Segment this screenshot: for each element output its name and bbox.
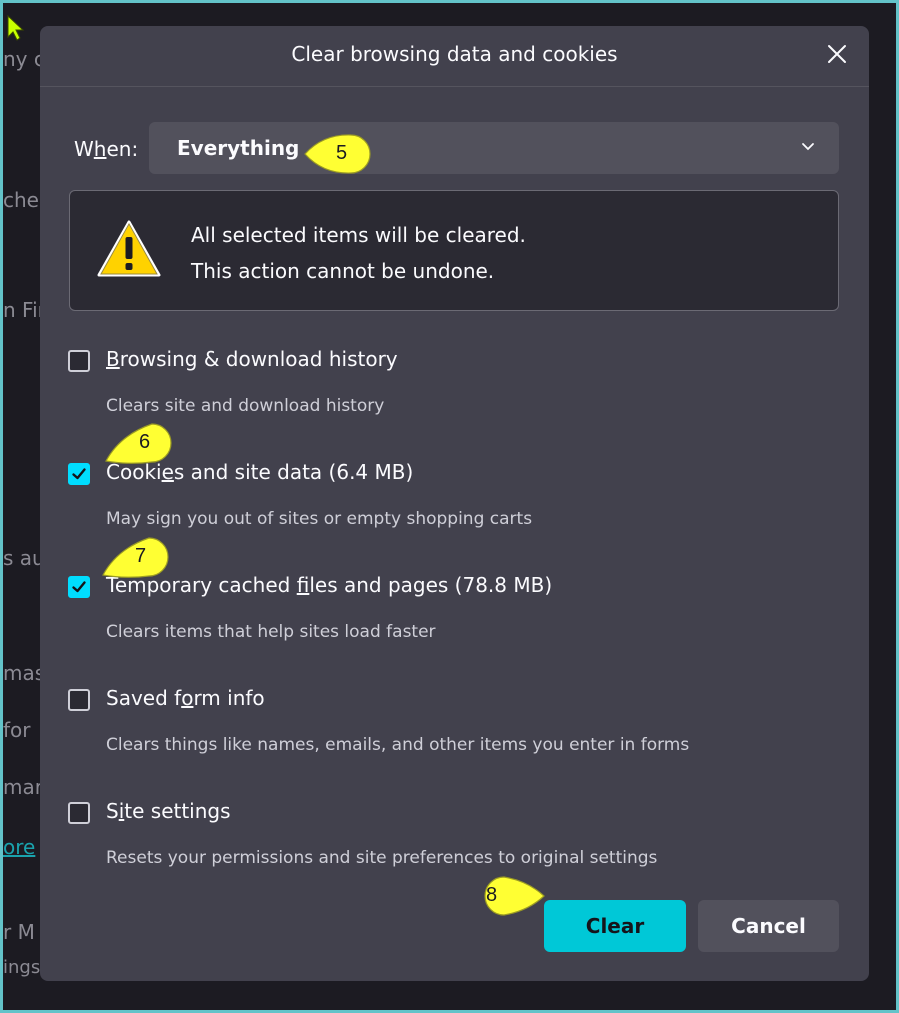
warning-icon — [97, 220, 161, 277]
cookies-checkbox[interactable] — [68, 463, 90, 485]
background-text: s au — [3, 546, 45, 570]
dialog-title: Clear browsing data and cookies — [291, 42, 618, 66]
option-description: May sign you out of sites or empty shopp… — [106, 509, 533, 529]
option-description: Clears items that help sites load faster — [106, 622, 436, 642]
mouse-cursor-icon — [7, 15, 25, 41]
when-dropdown[interactable]: Everything — [149, 122, 839, 174]
option-label[interactable]: Saved form info — [106, 686, 265, 710]
cancel-button[interactable]: Cancel — [698, 900, 839, 952]
option-description: Clears site and download history — [106, 396, 385, 416]
callout-badge: 7 — [101, 535, 173, 585]
checkmark-icon — [72, 581, 86, 593]
background-text: ings — [3, 957, 41, 978]
warning-line-1: All selected items will be cleared. — [191, 223, 526, 247]
clear-button[interactable]: Clear — [544, 900, 686, 952]
option-label[interactable]: Site settings — [106, 799, 231, 823]
callout-badge: 6 — [104, 421, 176, 471]
callout-badge: 5 — [303, 131, 375, 181]
when-selected-value: Everything — [177, 136, 300, 160]
background-text: che — [3, 188, 39, 212]
background-text: mar — [3, 775, 43, 799]
site-settings-checkbox[interactable] — [68, 802, 90, 824]
option-description: Resets your permissions and site prefere… — [106, 848, 658, 868]
option-description: Clears things like names, emails, and ot… — [106, 735, 690, 755]
background-text: r M — [3, 920, 35, 944]
cached-files-checkbox[interactable] — [68, 576, 90, 598]
option-label[interactable]: Browsing & download history — [106, 347, 398, 371]
form-info-checkbox[interactable] — [68, 689, 90, 711]
checkmark-icon — [72, 468, 86, 480]
when-label: When: — [74, 137, 139, 161]
browsing-history-checkbox[interactable] — [68, 350, 90, 372]
dialog-header: Clear browsing data and cookies — [40, 26, 869, 87]
background-text: for — [3, 718, 31, 742]
background-text: ny c — [3, 47, 45, 71]
close-icon — [828, 45, 846, 63]
close-button[interactable] — [825, 42, 849, 66]
background-link[interactable]: ore — [3, 835, 35, 859]
warning-box: All selected items will be cleared. This… — [69, 190, 839, 311]
chevron-down-icon — [802, 143, 814, 151]
warning-line-2: This action cannot be undone. — [191, 259, 495, 283]
callout-badge: 8 — [462, 873, 546, 923]
clear-data-dialog: Clear browsing data and cookies When: Ev… — [40, 26, 869, 981]
